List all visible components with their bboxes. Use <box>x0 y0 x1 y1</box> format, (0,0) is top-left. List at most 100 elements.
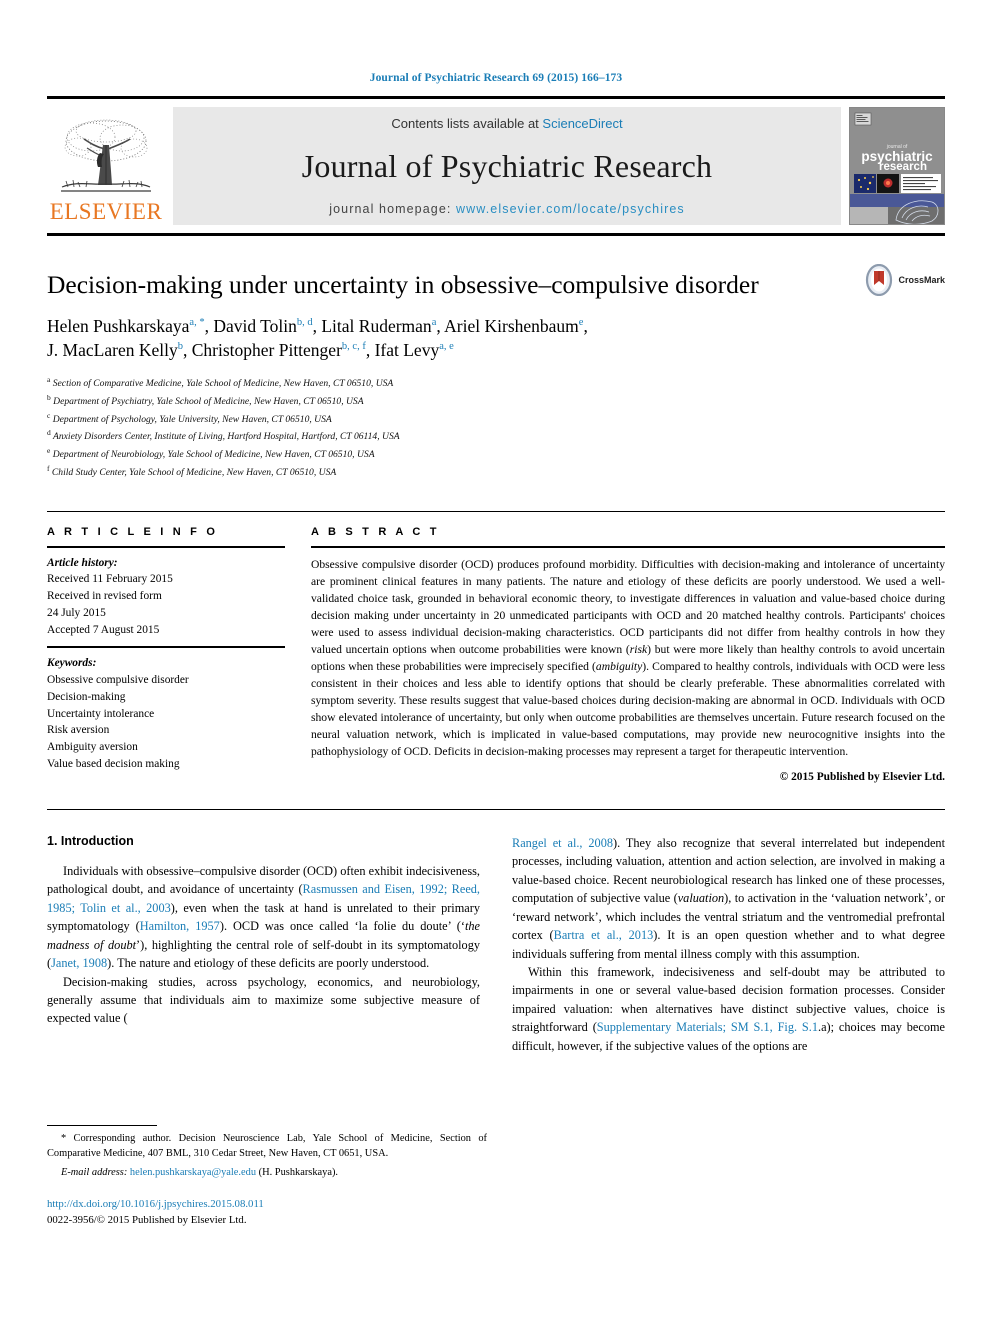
crossmark-label: CrossMark <box>898 275 945 285</box>
email-note: E-mail address: helen.pushkarskaya@yale.… <box>47 1165 487 1180</box>
author-marks: a, * <box>189 316 205 328</box>
intro-paragraph-1: Individuals with obsessive–compulsive di… <box>47 862 480 973</box>
homepage-prefix: journal homepage: <box>329 202 457 216</box>
abstract-text-3: ). Compared to healthy controls, individ… <box>311 659 945 758</box>
abstract-italic-ambiguity: ambiguity <box>595 659 643 673</box>
citation-link[interactable]: Janet, 1908 <box>51 956 107 970</box>
doi-block: http://dx.doi.org/10.1016/j.jpsychires.2… <box>47 1196 487 1228</box>
journal-homepage-line: journal homepage: www.elsevier.com/locat… <box>329 202 685 216</box>
body-columns: 1. Introduction Individuals with obsessi… <box>47 834 945 1055</box>
elsevier-logo: ELSEVIER <box>47 107 165 225</box>
affiliation-mark: e <box>47 446 51 456</box>
journal-cover-thumbnail: journal of psychiatric research <box>849 107 945 225</box>
body-top-rule <box>47 808 945 810</box>
journal-banner: Contents lists available at ScienceDirec… <box>173 107 841 225</box>
affiliation-item: d Anxiety Disorders Center, Institute of… <box>47 427 945 445</box>
email-label: E-mail address: <box>61 1167 128 1179</box>
elsevier-wordmark: ELSEVIER <box>49 199 163 224</box>
keywords-block: Keywords: Obsessive compulsive disorder … <box>47 648 285 780</box>
svg-text:research: research <box>879 161 927 173</box>
abstract-column: A B S T R A C T Obsessive compulsive dis… <box>311 512 945 783</box>
affiliation-list: a Section of Comparative Medicine, Yale … <box>47 374 945 480</box>
keyword-item: Obsessive compulsive disorder <box>47 674 189 687</box>
author-name: J. MacLaren Kelly <box>47 340 178 361</box>
supplementary-materials-link[interactable]: Supplementary Materials; SM S.1, Fig. S.… <box>597 1020 818 1034</box>
citation-link[interactable]: Bartra et al., 2013 <box>554 928 654 942</box>
keyword-item: Risk aversion <box>47 724 110 737</box>
affiliation-mark: d <box>47 428 51 438</box>
crossmark-badge[interactable]: CrossMark <box>863 264 945 296</box>
info-abstract-section: A R T I C L E I N F O Article history: R… <box>47 510 945 783</box>
abstract-heading: A B S T R A C T <box>311 525 440 538</box>
citation-link[interactable]: Rangel et al., 2008 <box>512 836 613 850</box>
affiliation-item: e Department of Neurobiology, Yale Schoo… <box>47 445 945 463</box>
body-column-right: Rangel et al., 2008). They also recogniz… <box>512 834 945 1055</box>
author-name: Lital Ruderman <box>321 315 432 336</box>
intro-paragraph-2-part-right: Rangel et al., 2008). They also recogniz… <box>512 834 945 963</box>
running-head: Journal of Psychiatric Research 69 (2015… <box>369 72 623 84</box>
doi-link[interactable]: http://dx.doi.org/10.1016/j.jpsychires.2… <box>47 1196 487 1212</box>
affiliation-text: Anxiety Disorders Center, Institute of L… <box>52 431 400 443</box>
contents-prefix: Contents lists available at <box>391 116 543 131</box>
keyword-item: Value based decision making <box>47 758 180 771</box>
intro-paragraph-2-part-left: Decision-making studies, across psycholo… <box>47 973 480 1028</box>
citation-link[interactable]: Hamilton, 1957 <box>140 919 220 933</box>
author-name: David Tolin <box>213 315 297 336</box>
author-list: Helen Pushkarskayaa, *, David Tolinb, d,… <box>47 315 588 361</box>
author-name: Ifat Levy <box>374 340 440 361</box>
abstract-body: Obsessive compulsive disorder (OCD) prod… <box>311 548 945 760</box>
affiliation-mark: c <box>47 410 51 420</box>
homepage-url-link[interactable]: www.elsevier.com/locate/psychires <box>456 202 685 216</box>
article-history: Article history: Received 11 February 20… <box>47 548 285 647</box>
article-info-heading: A R T I C L E I N F O <box>47 525 219 538</box>
affiliation-text: Child Study Center, Yale School of Medic… <box>51 467 337 479</box>
author-marks: b <box>177 341 183 353</box>
keyword-item: Ambiguity aversion <box>47 741 138 754</box>
intro-p1-text-e: ). The nature and etiology of these defi… <box>107 956 430 971</box>
intro-p1-text-c: ). OCD was once called ‘la folie du dout… <box>219 919 465 934</box>
abstract-copyright: © 2015 Published by Elsevier Ltd. <box>779 770 945 783</box>
footnote-rule <box>47 1125 157 1126</box>
keyword-item: Decision-making <box>47 690 126 703</box>
affiliation-item: a Section of Comparative Medicine, Yale … <box>47 374 945 392</box>
affiliation-item: b Department of Psychiatry, Yale School … <box>47 392 945 410</box>
masthead: ELSEVIER Contents lists available at Sci… <box>47 96 945 225</box>
intro-paragraph-3: Within this framework, indecisiveness an… <box>512 963 945 1055</box>
author-name: Helen Pushkarskaya <box>47 315 190 336</box>
affiliation-item: c Department of Psychology, Yale Univers… <box>47 410 945 428</box>
author-marks: b, c, f <box>341 341 366 353</box>
elsevier-tree-icon <box>56 115 156 199</box>
affiliation-mark: b <box>47 393 51 402</box>
article-page: Journal of Psychiatric Research 69 (2015… <box>0 0 992 1323</box>
affiliation-text: Department of Psychiatry, Yale School of… <box>53 396 364 408</box>
history-line: 24 July 2015 <box>47 606 106 619</box>
affiliation-mark: f <box>47 463 50 473</box>
footnote-area: * Corresponding author. Decision Neurosc… <box>47 1125 487 1229</box>
history-line: Received 11 February 2015 <box>47 573 173 586</box>
journal-title: Journal of Psychiatric Research <box>301 147 713 184</box>
author-marks: a, e <box>439 341 454 353</box>
affiliation-text: Section of Comparative Medicine, Yale Sc… <box>52 378 394 390</box>
affiliation-text: Department of Psychology, Yale Universit… <box>52 413 332 425</box>
intro-p2-italic: valuation <box>677 891 725 906</box>
issn-copyright-line: 0022-3956/© 2015 Published by Elsevier L… <box>47 1214 247 1227</box>
author-marks: b, d <box>296 316 313 328</box>
email-link[interactable]: helen.pushkarskaya@yale.edu <box>130 1167 256 1178</box>
abstract-italic-risk: risk <box>629 642 648 656</box>
intro-p2-text-a: Decision-making studies, across psycholo… <box>47 974 480 1026</box>
abstract-text-1: Obsessive compulsive disorder (OCD) prod… <box>311 557 945 656</box>
author-name: Christopher Pittenger <box>191 340 342 361</box>
history-line: Accepted 7 August 2015 <box>47 623 160 636</box>
contents-line: Contents lists available at ScienceDirec… <box>391 116 622 131</box>
article-info-column: A R T I C L E I N F O Article history: R… <box>47 512 285 783</box>
keywords-label: Keywords: <box>47 657 97 670</box>
author-name: Ariel Kirshenbaum <box>444 315 579 336</box>
affiliation-item: f Child Study Center, Yale School of Med… <box>47 463 945 481</box>
author-marks: a <box>431 316 437 328</box>
abstract-paragraph: Obsessive compulsive disorder (OCD) prod… <box>311 556 945 760</box>
affiliation-text: Department of Neurobiology, Yale School … <box>52 449 375 461</box>
sciencedirect-link[interactable]: ScienceDirect <box>542 116 622 131</box>
page-title: Decision-making under uncertainty in obs… <box>47 270 759 299</box>
crossmark-icon <box>866 264 893 296</box>
email-suffix: (H. Pushkarskaya). <box>258 1167 338 1179</box>
